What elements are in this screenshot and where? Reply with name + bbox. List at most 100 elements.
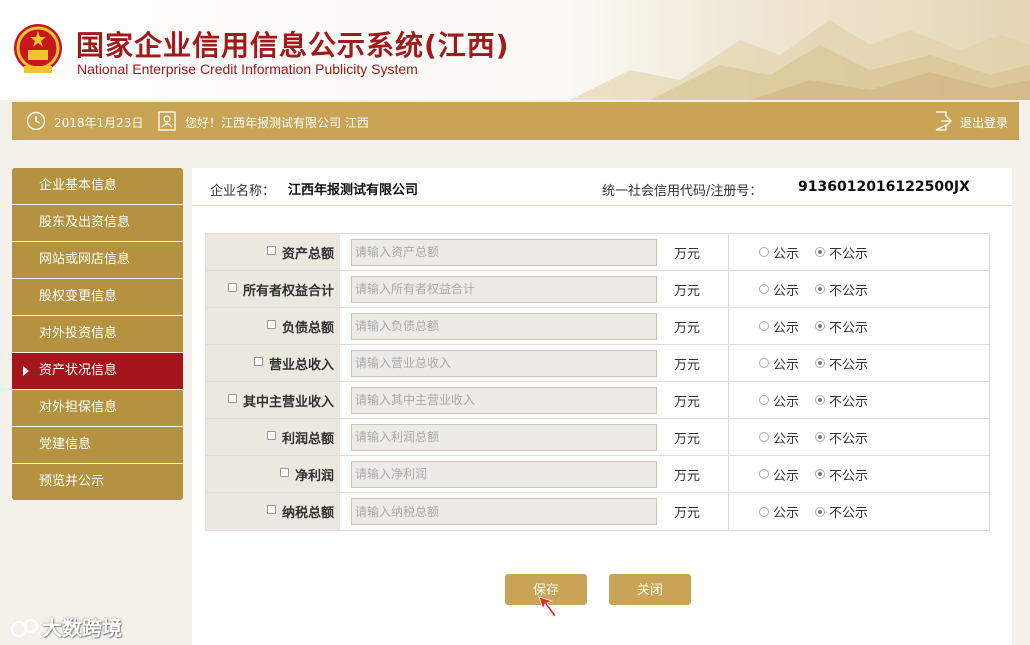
row-label: 所有者权益合计 (242, 283, 334, 299)
company-name-label: 企业名称： (210, 184, 276, 199)
close-button[interactable]: 关闭 (609, 574, 691, 605)
site-header: 国家企业信用信息公示系统(江西) National Enterprise Cre… (0, 0, 1030, 100)
company-name-value: 江西年报测试有限公司 (288, 183, 419, 198)
national-emblem-icon (14, 24, 62, 73)
form-row-owners-equity: 所有者权益合计 万元 公示 不公示 (206, 271, 989, 308)
public-radio[interactable]: 公示 (759, 502, 799, 521)
row-checkbox[interactable] (279, 467, 289, 477)
private-radio[interactable]: 不公示 (815, 317, 868, 336)
radio-dot-checked-icon (815, 321, 826, 331)
user-greeting: 您好！江西年报测试有限公司 江西 (185, 116, 369, 130)
radio-dot-icon (759, 395, 769, 405)
radio-dot-checked-icon (815, 247, 826, 257)
company-header: 企业名称： 江西年报测试有限公司 统一社会信用代码/注册号： 913601201… (192, 168, 1012, 206)
unit-label: 万元 (674, 357, 701, 373)
radio-dot-checked-icon (815, 469, 826, 479)
radio-dot-checked-icon (815, 395, 826, 405)
sidebar-item-basic-info[interactable]: 企业基本信息 (12, 168, 183, 204)
clock-icon (26, 111, 46, 131)
unit-label: 万元 (674, 283, 701, 299)
sidebar-item-preview-publish[interactable]: 预览并公示 (12, 464, 183, 500)
public-radio[interactable]: 公示 (759, 354, 799, 373)
row-checkbox[interactable] (253, 356, 263, 366)
radio-dot-icon (759, 358, 769, 368)
asset-form-table: 资产总额 万元 公示 不公示 所有者权益合计 万元 公示 不公示 负债总额 万元… (205, 233, 990, 531)
sidebar-item-asset-status[interactable]: 资产状况信息 (12, 353, 183, 389)
info-bar: 2018年1月23日 您好！江西年报测试有限公司 江西 退出登录 (12, 102, 1019, 140)
row-checkbox[interactable] (227, 282, 237, 292)
unit-label: 万元 (674, 320, 701, 336)
public-radio[interactable]: 公示 (759, 317, 799, 336)
unit-label: 万元 (674, 394, 701, 410)
watermark: 大数跨境 (10, 612, 122, 641)
total-revenue-input[interactable] (351, 349, 657, 377)
public-radio[interactable]: 公示 (759, 243, 799, 262)
mountain-landscape-image (570, 20, 1030, 100)
total-profit-input[interactable] (351, 423, 657, 451)
total-liabilities-input[interactable] (351, 312, 657, 340)
user-icon (158, 111, 176, 131)
main-panel: 企业名称： 江西年报测试有限公司 统一社会信用代码/注册号： 913601201… (192, 168, 1012, 645)
radio-dot-icon (759, 469, 769, 479)
mouse-pointer-icon (538, 596, 557, 618)
owners-equity-input[interactable] (351, 275, 657, 303)
radio-dot-icon (759, 284, 769, 294)
form-row-net-profit: 净利润 万元 公示 不公示 (206, 456, 989, 493)
private-radio[interactable]: 不公示 (815, 280, 868, 299)
form-row-total-profit: 利润总额 万元 公示 不公示 (206, 419, 989, 456)
radio-dot-checked-icon (815, 358, 826, 368)
private-radio[interactable]: 不公示 (815, 502, 868, 521)
row-label: 负债总额 (281, 320, 334, 336)
sidebar-item-shareholder-info[interactable]: 股东及出资信息 (12, 205, 183, 241)
sidebar-item-party-building[interactable]: 党建信息 (12, 427, 183, 463)
row-checkbox[interactable] (266, 430, 276, 440)
public-radio[interactable]: 公示 (759, 465, 799, 484)
logout-icon[interactable] (934, 111, 952, 131)
sidebar-item-website-info[interactable]: 网站或网店信息 (12, 242, 183, 278)
unit-label: 万元 (674, 246, 701, 262)
total-assets-input[interactable] (351, 238, 657, 266)
public-radio[interactable]: 公示 (759, 280, 799, 299)
sidebar-item-investment-info[interactable]: 对外投资信息 (12, 316, 183, 352)
sidebar-item-equity-change[interactable]: 股权变更信息 (12, 279, 183, 315)
row-label: 纳税总额 (281, 506, 334, 521)
private-radio[interactable]: 不公示 (815, 391, 868, 410)
form-row-main-revenue: 其中主营业收入 万元 公示 不公示 (206, 382, 989, 419)
credit-code-value: 9136012016122500JX (798, 179, 970, 195)
form-row-total-assets: 资产总额 万元 公示 不公示 (206, 234, 989, 271)
row-checkbox[interactable] (266, 505, 276, 514)
form-row-total-liabilities: 负债总额 万元 公示 不公示 (206, 308, 989, 345)
row-label: 资产总额 (281, 246, 334, 262)
sidebar-item-guarantee-info[interactable]: 对外担保信息 (12, 390, 183, 426)
page-title: 国家企业信用信息公示系统(江西) (76, 29, 510, 62)
logout-link[interactable]: 退出登录 (960, 114, 1008, 131)
row-label: 利润总额 (281, 431, 334, 447)
private-radio[interactable]: 不公示 (815, 354, 868, 373)
private-radio[interactable]: 不公示 (815, 428, 868, 447)
row-label: 其中主营业收入 (242, 394, 334, 410)
active-arrow-icon (23, 366, 29, 376)
form-row-total-tax: 纳税总额 万元 公示 不公示 (206, 493, 989, 530)
radio-dot-checked-icon (815, 432, 826, 442)
radio-dot-checked-icon (815, 284, 826, 294)
total-tax-input[interactable] (351, 498, 657, 525)
main-revenue-input[interactable] (351, 386, 657, 414)
radio-dot-icon (759, 432, 769, 442)
net-profit-input[interactable] (351, 460, 657, 488)
unit-label: 万元 (674, 468, 701, 484)
unit-label: 万元 (674, 431, 701, 447)
private-radio[interactable]: 不公示 (815, 243, 868, 262)
private-radio[interactable]: 不公示 (815, 465, 868, 484)
row-checkbox[interactable] (227, 393, 237, 403)
row-checkbox[interactable] (266, 245, 276, 255)
row-checkbox[interactable] (266, 319, 276, 329)
current-date: 2018年1月23日 (54, 116, 144, 130)
sidebar-nav: 企业基本信息 股东及出资信息 网站或网店信息 股权变更信息 对外投资信息 资产状… (12, 168, 183, 501)
public-radio[interactable]: 公示 (759, 391, 799, 410)
radio-dot-icon (759, 321, 769, 331)
public-radio[interactable]: 公示 (759, 428, 799, 447)
row-label: 营业总收入 (268, 357, 334, 373)
radio-dot-icon (759, 247, 769, 257)
radio-dot-checked-icon (815, 506, 826, 517)
credit-code-label: 统一社会信用代码/注册号： (602, 184, 763, 199)
